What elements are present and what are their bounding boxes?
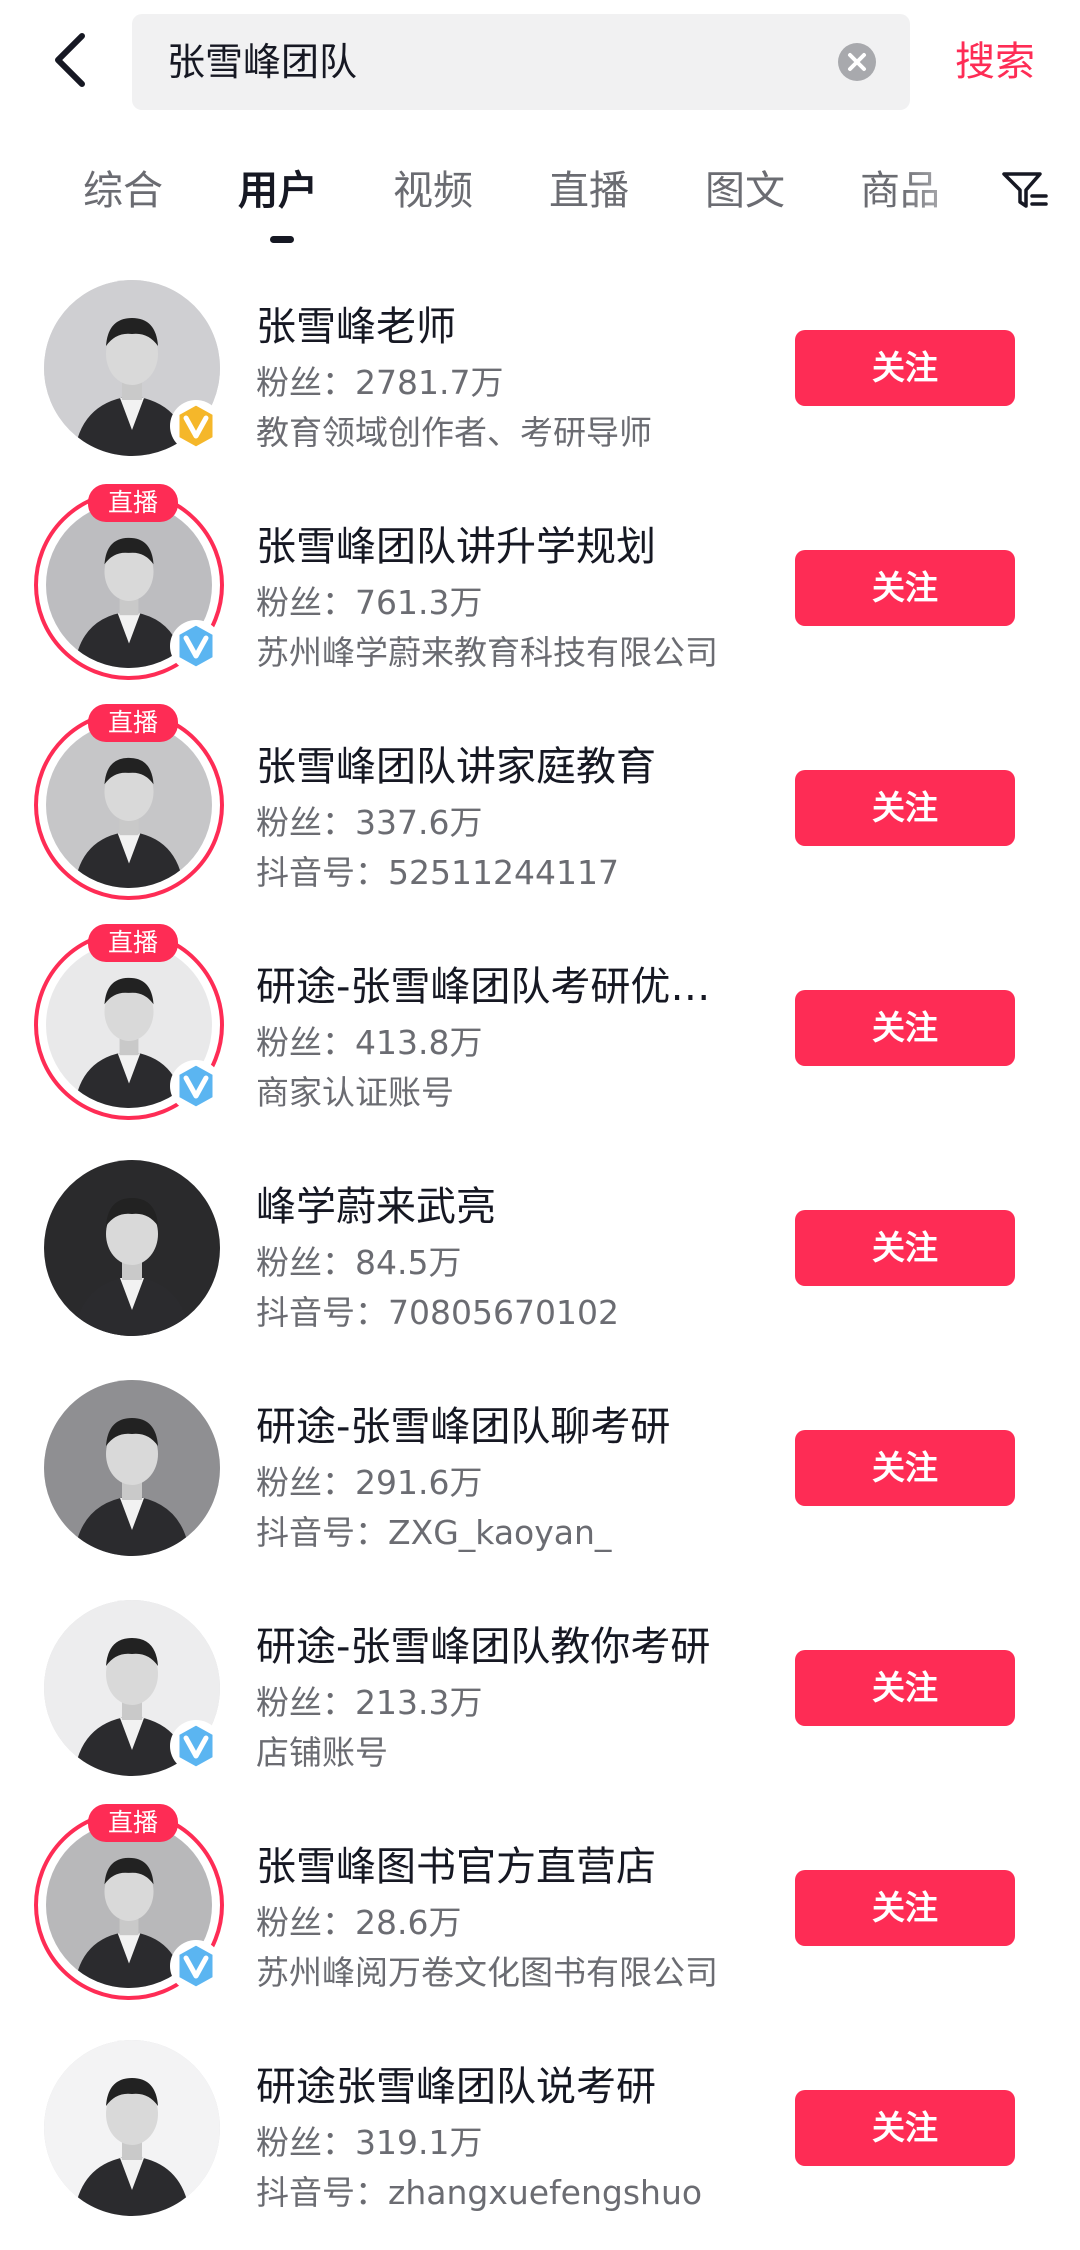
top-bar: 张雪峰团队 搜索: [0, 0, 1080, 120]
follow-button[interactable]: 关注: [795, 1210, 1015, 1286]
user-name: 峰学蔚来武亮: [256, 1184, 496, 1230]
avatar[interactable]: [46, 722, 212, 888]
active-tab-indicator: [270, 236, 294, 243]
fan-count: 粉丝：84.5万: [256, 1243, 462, 1282]
avatar[interactable]: [44, 1160, 220, 1336]
fan-count: 粉丝：413.8万: [256, 1023, 483, 1062]
blue-verified-icon: [170, 1940, 222, 1992]
user-name: 张雪峰团队讲升学规划: [256, 524, 656, 570]
user-result-row[interactable]: 张雪峰老师 粉丝：2781.7万 教育领域创作者、考研导师 关注: [0, 270, 1080, 490]
result-tabs: 综合 用户 视频 直播 图文 商品: [0, 140, 1080, 250]
user-result-row[interactable]: 研途张雪峰团队说考研 粉丝：319.1万 抖音号：zhangxuefengshu…: [0, 2030, 1080, 2250]
fan-count: 粉丝：761.3万: [256, 583, 483, 622]
back-arrow-icon[interactable]: [44, 30, 104, 90]
fan-count: 粉丝：28.6万: [256, 1903, 462, 1942]
user-subtitle: 抖音号：ZXG_kaoyan_: [256, 1513, 612, 1552]
user-result-row[interactable]: 直播 张雪峰图书官方直营店 粉丝：28.6万 苏州峰阅万卷文化图书有限公司 关注: [0, 1804, 1080, 2030]
filter-icon[interactable]: [1000, 166, 1048, 214]
user-subtitle: 店铺账号: [256, 1733, 388, 1772]
tab-general[interactable]: 综合: [83, 158, 163, 216]
user-name: 研途-张雪峰团队考研优…: [256, 964, 711, 1010]
search-query: 张雪峰团队: [167, 40, 358, 84]
user-name: 张雪峰图书官方直营店: [256, 1844, 656, 1890]
fan-count: 粉丝：291.6万: [256, 1463, 483, 1502]
follow-button[interactable]: 关注: [795, 2090, 1015, 2166]
user-result-row[interactable]: 研途-张雪峰团队聊考研 粉丝：291.6万 抖音号：ZXG_kaoyan_ 关注: [0, 1370, 1080, 1590]
clear-icon[interactable]: [838, 43, 876, 81]
user-name: 研途-张雪峰团队教你考研: [256, 1624, 711, 1670]
follow-button[interactable]: 关注: [795, 330, 1015, 406]
search-input[interactable]: 张雪峰团队: [132, 14, 910, 110]
user-result-row[interactable]: 直播 研途-张雪峰团队考研优… 粉丝：413.8万 商家认证账号 关注: [0, 924, 1080, 1150]
user-result-list: 张雪峰老师 粉丝：2781.7万 教育领域创作者、考研导师 关注 直播 张雪峰团…: [0, 270, 1080, 2250]
user-subtitle: 抖音号：zhangxuefengshuo: [256, 2173, 703, 2212]
user-name: 研途-张雪峰团队聊考研: [256, 1404, 671, 1450]
user-name: 张雪峰老师: [256, 304, 456, 350]
user-result-row[interactable]: 研途-张雪峰团队教你考研 粉丝：213.3万 店铺账号 关注: [0, 1590, 1080, 1810]
blue-verified-icon: [170, 1060, 222, 1112]
live-badge: 直播: [88, 704, 178, 742]
user-result-row[interactable]: 峰学蔚来武亮 粉丝：84.5万 抖音号：70805670102 关注: [0, 1150, 1080, 1370]
user-subtitle: 商家认证账号: [256, 1073, 454, 1112]
tab-image-text[interactable]: 图文: [705, 158, 785, 216]
fan-count: 粉丝：213.3万: [256, 1683, 483, 1722]
user-subtitle: 苏州峰阅万卷文化图书有限公司: [256, 1953, 718, 1992]
follow-button[interactable]: 关注: [795, 770, 1015, 846]
fan-count: 粉丝：319.1万: [256, 2123, 483, 2162]
avatar[interactable]: [44, 2040, 220, 2216]
blue-verified-icon: [170, 1720, 222, 1772]
search-button[interactable]: 搜索: [955, 0, 1035, 124]
follow-button[interactable]: 关注: [795, 990, 1015, 1066]
avatar-live-ring[interactable]: 直播: [34, 704, 224, 900]
blue-verified-icon: [170, 620, 222, 672]
follow-button[interactable]: 关注: [795, 1650, 1015, 1726]
user-name: 研途张雪峰团队说考研: [256, 2064, 656, 2110]
avatar[interactable]: [44, 1380, 220, 1556]
user-subtitle: 抖音号：52511244117: [256, 853, 619, 892]
follow-button[interactable]: 关注: [795, 1870, 1015, 1946]
user-subtitle: 抖音号：70805670102: [256, 1293, 619, 1332]
live-badge: 直播: [88, 924, 178, 962]
fan-count: 粉丝：337.6万: [256, 803, 483, 842]
fan-count: 粉丝：2781.7万: [256, 363, 504, 402]
tab-users[interactable]: 用户: [238, 158, 318, 216]
live-badge: 直播: [88, 484, 178, 522]
follow-button[interactable]: 关注: [795, 550, 1015, 626]
user-result-row[interactable]: 直播 张雪峰团队讲家庭教育 粉丝：337.6万 抖音号：52511244117 …: [0, 704, 1080, 930]
tab-live[interactable]: 直播: [549, 158, 629, 216]
gold-verified-icon: [170, 400, 222, 452]
user-subtitle: 教育领域创作者、考研导师: [256, 413, 652, 452]
user-subtitle: 苏州峰学蔚来教育科技有限公司: [256, 633, 718, 672]
tab-videos[interactable]: 视频: [393, 158, 473, 216]
user-name: 张雪峰团队讲家庭教育: [256, 744, 656, 790]
live-badge: 直播: [88, 1804, 178, 1842]
user-result-row[interactable]: 直播 张雪峰团队讲升学规划 粉丝：761.3万 苏州峰学蔚来教育科技有限公司 关…: [0, 484, 1080, 710]
follow-button[interactable]: 关注: [795, 1430, 1015, 1506]
